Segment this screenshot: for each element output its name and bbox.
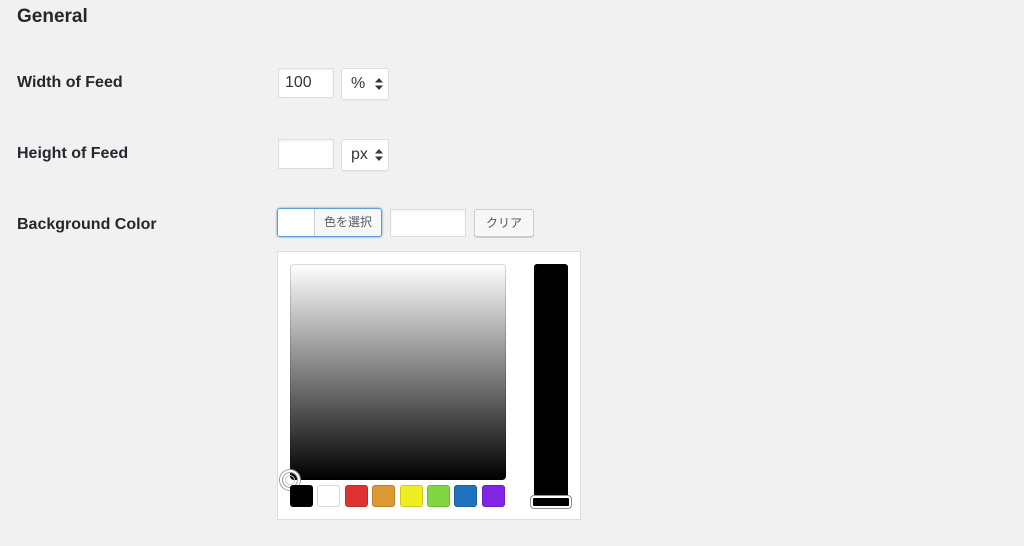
width-unit-value: % <box>351 75 366 92</box>
hex-color-input[interactable] <box>390 209 466 237</box>
select-arrows-icon <box>375 149 383 161</box>
palette-swatch-yellow[interactable] <box>399 485 423 507</box>
select-color-button[interactable]: 色を選択 <box>277 208 382 237</box>
palette-swatch-red[interactable] <box>344 485 368 507</box>
height-of-feed-label: Height of Feed <box>17 145 129 162</box>
clear-button[interactable]: クリア <box>474 209 534 237</box>
width-input[interactable]: 100 <box>278 68 334 98</box>
palette-swatch-green[interactable] <box>427 485 450 507</box>
height-unit-select[interactable]: px <box>341 139 389 171</box>
color-picker-panel <box>277 251 581 520</box>
width-unit-select[interactable]: % <box>341 68 389 100</box>
section-title: General <box>17 6 88 27</box>
height-input[interactable] <box>278 139 334 169</box>
current-color-swatch <box>278 209 315 236</box>
select-arrows-icon <box>375 78 383 90</box>
background-color-label: Background Color <box>17 216 157 233</box>
palette-swatch-purple[interactable] <box>481 485 505 507</box>
hue-strip-handle[interactable] <box>531 496 571 508</box>
palette-swatch-black[interactable] <box>290 485 313 507</box>
width-of-feed-label: Width of Feed <box>17 74 123 91</box>
height-unit-value: px <box>351 146 368 163</box>
select-color-label: 色を選択 <box>323 215 372 229</box>
palette-swatch-orange[interactable] <box>372 485 396 507</box>
palette-swatch-white[interactable] <box>317 485 341 507</box>
saturation-square[interactable] <box>290 264 506 480</box>
palette-swatch-blue[interactable] <box>454 485 478 507</box>
hue-strip[interactable] <box>534 264 568 509</box>
